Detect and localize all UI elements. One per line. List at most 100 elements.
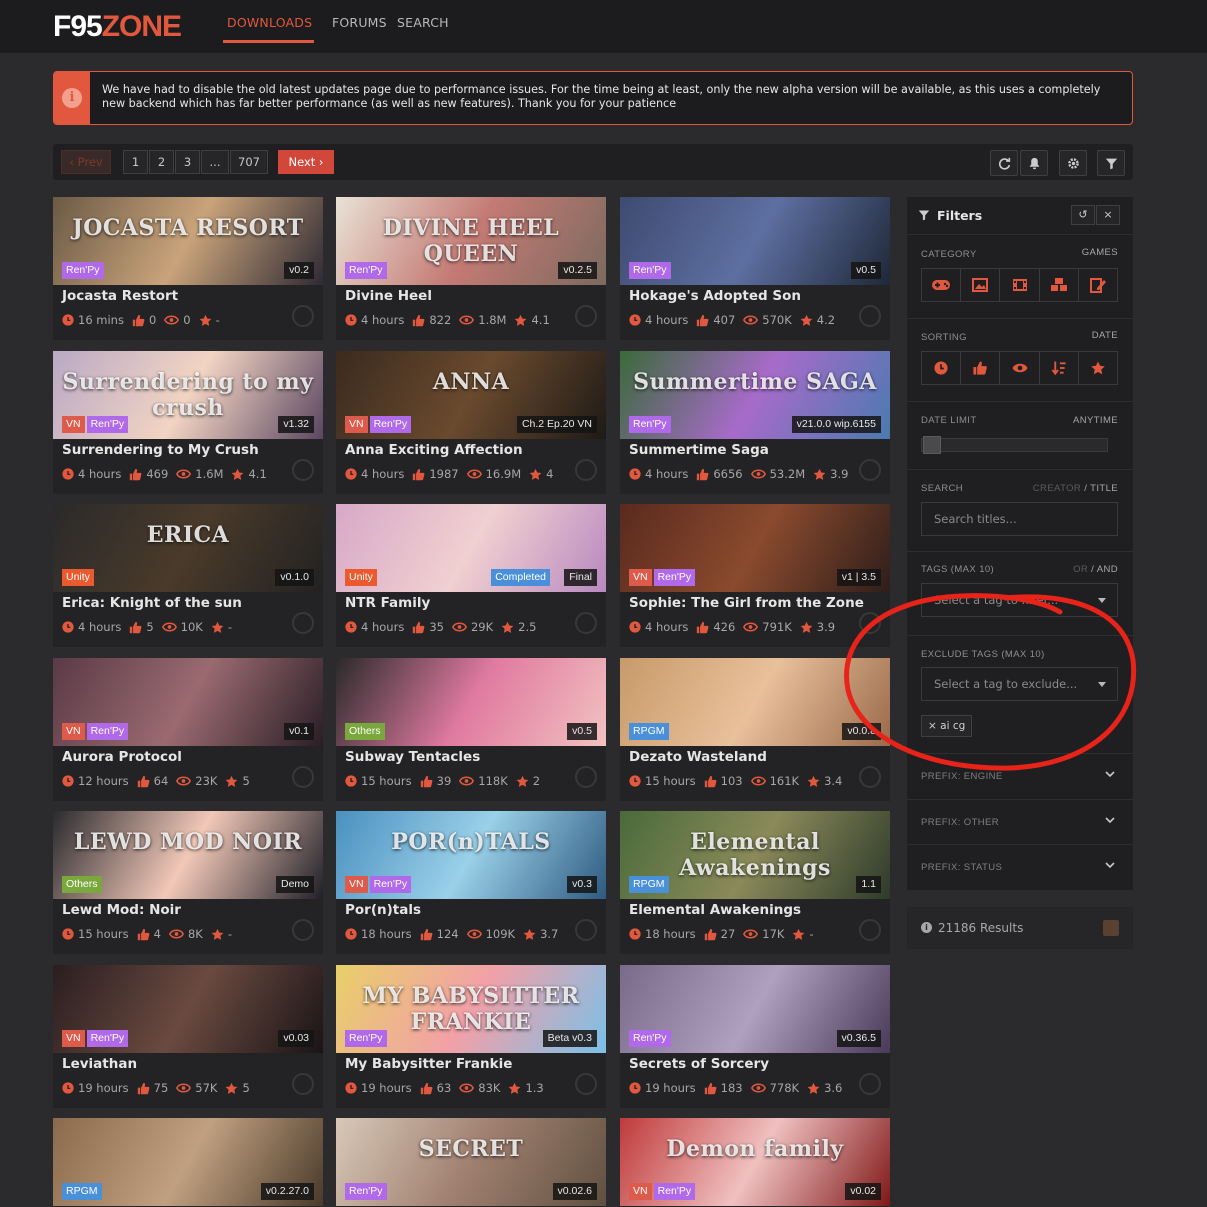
star-icon	[813, 468, 826, 480]
game-title[interactable]: Dezato Wasteland	[629, 749, 767, 765]
game-card[interactable]: DIVINE HEEL QUEEN Ren'Py v0.2.5 Divine Heel…	[336, 197, 606, 340]
sort-date[interactable]	[922, 352, 962, 384]
history-icon	[575, 919, 597, 941]
views-count: 29K	[470, 620, 494, 634]
film-icon	[1012, 279, 1027, 291]
game-title[interactable]: Erica: Knight of the sun	[62, 595, 242, 611]
sort-likes[interactable]	[961, 352, 1001, 384]
reset-filters-button[interactable]: ↺	[1071, 205, 1095, 225]
rss-icon[interactable]	[1103, 920, 1119, 936]
game-title[interactable]: Jocasta Restort	[62, 288, 178, 304]
game-card[interactable]: ERICA Unity v0.1.0 Erica: Knight of the sun…	[53, 504, 323, 647]
nav-forums[interactable]: FORUMS	[332, 15, 387, 30]
notifications-button[interactable]	[1020, 150, 1048, 176]
tags-mode-toggle[interactable]: OR / AND	[1073, 564, 1118, 575]
next-page-button[interactable]: Next ›	[278, 150, 334, 174]
prefix-other-toggle[interactable]: PREFIX: OTHER	[921, 817, 1118, 828]
prev-page-button[interactable]: ‹ Prev	[61, 150, 111, 174]
game-card[interactable]: ANNA VN Ren'Py Ch.2 Ep.20 VN Anna Exciting A…	[336, 351, 606, 494]
game-title[interactable]: Divine Heel	[345, 288, 432, 304]
tags-mode-and[interactable]: AND	[1097, 564, 1118, 575]
likes-count: 103	[720, 774, 743, 788]
game-title[interactable]: Leviathan	[62, 1056, 137, 1072]
game-card[interactable]: VN Ren'Py v0.1 Aurora Protocol 12 hours 64 23K…	[53, 658, 323, 801]
game-title[interactable]: Subway Tentacles	[345, 749, 480, 765]
game-card[interactable]: Elemental Awakenings RPGM 1.1 Elemental Awa…	[620, 811, 890, 954]
excluded-tag-chip[interactable]: × ai cg	[921, 715, 973, 737]
game-card[interactable]: Others v0.5 Subway Tentacles 15 hours 39 118K…	[336, 658, 606, 801]
sort-views[interactable]	[1000, 352, 1040, 384]
game-card[interactable]: Ren'Py v0.36.5 Secrets of Sorcery 19 hours 1…	[620, 965, 890, 1108]
views-count: 16.9M	[485, 467, 522, 481]
prefix-status-toggle[interactable]: PREFIX: STATUS	[921, 862, 1118, 873]
game-title[interactable]: Secrets of Sorcery	[629, 1056, 769, 1072]
category-games[interactable]	[922, 269, 962, 301]
category-assets[interactable]	[1040, 269, 1079, 301]
category-comics[interactable]	[961, 269, 1001, 301]
views-count: 118K	[478, 774, 508, 788]
game-card[interactable]: RPGM v0.2.27.0	[53, 1118, 323, 1207]
cubes-icon	[1050, 278, 1067, 291]
search-mode-creator[interactable]: CREATOR	[1033, 483, 1081, 494]
version-badge: v0.1.0	[275, 569, 314, 586]
sort-rating[interactable]	[1079, 352, 1117, 384]
game-title[interactable]: Anna Exciting Affection	[345, 442, 523, 458]
exclude-tags-select[interactable]: Select a tag to exclude...	[921, 667, 1118, 701]
search-mode-toggle[interactable]: CREATOR / TITLE	[1033, 483, 1118, 494]
rating-value: 2.5	[518, 620, 537, 634]
page-2-button[interactable]: 2	[149, 150, 174, 174]
slider-handle[interactable]	[923, 436, 941, 454]
status-badge: Completed	[491, 569, 550, 586]
game-title[interactable]: Hokage's Adopted Son	[629, 288, 801, 304]
game-title[interactable]: Summertime Saga	[629, 442, 769, 458]
page-3-button[interactable]: 3	[175, 150, 200, 174]
site-logo[interactable]: F95ZONE	[53, 10, 182, 44]
thumbs-up-icon	[137, 928, 150, 940]
page-last-button[interactable]: 707	[230, 150, 268, 174]
game-title[interactable]: NTR Family	[345, 595, 430, 611]
game-card[interactable]: Summertime SAGA Ren'Py v21.0.0 wip.6155 Sum…	[620, 351, 890, 494]
game-card[interactable]: LEWD MOD NOIR Others Demo Lewd Mod: Noir 15 …	[53, 811, 323, 954]
funnel-icon	[1105, 158, 1118, 170]
search-titles-input[interactable]: Search titles...	[921, 502, 1118, 536]
version-badge: v0.0.8	[842, 723, 881, 740]
game-card[interactable]: Demon family VN Ren'Py v0.02	[620, 1118, 890, 1207]
nav-search[interactable]: SEARCH	[397, 15, 449, 30]
settings-button[interactable]	[1059, 150, 1087, 176]
game-title[interactable]: Lewd Mod: Noir	[62, 902, 181, 918]
game-title[interactable]: Elemental Awakenings	[629, 902, 801, 918]
game-title[interactable]: Aurora Protocol	[62, 749, 182, 765]
search-mode-title[interactable]: TITLE	[1090, 483, 1118, 494]
game-title[interactable]: Sophie: The Girl from the Zone	[629, 595, 864, 611]
game-card[interactable]: VN Ren'Py v1 | 3.5 Sophie: The Girl from th…	[620, 504, 890, 647]
date-limit-slider[interactable]	[921, 436, 1108, 454]
gear-icon	[1068, 158, 1079, 169]
eye-icon	[750, 776, 766, 786]
game-card[interactable]: SECRET Ren'Py v0.02.6	[336, 1118, 606, 1207]
game-card[interactable]: Surrendering to my crush VN Ren'Py v1.32 Sur…	[53, 351, 323, 494]
game-card[interactable]: POR(n)TALS VN Ren'Py v0.3 Por(n)tals 18 hours…	[336, 811, 606, 954]
close-filters-button[interactable]: ×	[1096, 205, 1120, 225]
game-card[interactable]: JOCASTA RESORT Ren'Py v0.2 Jocasta Restort 1…	[53, 197, 323, 340]
page-1-button[interactable]: 1	[123, 150, 148, 174]
game-card[interactable]: RPGM v0.0.8 Dezato Wasteland 15 hours 103 161…	[620, 658, 890, 801]
filter-toggle-button[interactable]	[1097, 150, 1125, 176]
game-title[interactable]: Por(n)tals	[345, 902, 421, 918]
game-title[interactable]: My Babysitter Frankie	[345, 1056, 512, 1072]
tags-select[interactable]: Select a tag to filter...	[921, 583, 1118, 617]
category-selector	[921, 268, 1118, 302]
game-card[interactable]: Ren'Py v0.5 Hokage's Adopted Son 4 hours 407…	[620, 197, 890, 340]
category-animations[interactable]	[1000, 269, 1040, 301]
prefix-engine-toggle[interactable]: PREFIX: ENGINE	[921, 771, 1118, 782]
pagination-bar: ‹ Prev 1 2 3 ... 707 Next ›	[53, 144, 1133, 180]
version-badge: v0.2.27.0	[260, 1183, 314, 1200]
game-card[interactable]: Unity Completed Final NTR Family 4 hours 35 29…	[336, 504, 606, 647]
sort-alpha[interactable]	[1040, 352, 1079, 384]
game-card[interactable]: VN Ren'Py v0.03 Leviathan 19 hours 75 57K 5	[53, 965, 323, 1108]
tags-mode-or[interactable]: OR	[1073, 564, 1088, 575]
refresh-button[interactable]	[990, 150, 1018, 176]
nav-downloads[interactable]: DOWNLOADS	[227, 15, 312, 30]
game-title[interactable]: Surrendering to My Crush	[62, 442, 259, 458]
game-card[interactable]: MY BABYSITTER FRANKIE Ren'Py Beta v0.3 My B…	[336, 965, 606, 1108]
category-mods[interactable]	[1079, 269, 1117, 301]
